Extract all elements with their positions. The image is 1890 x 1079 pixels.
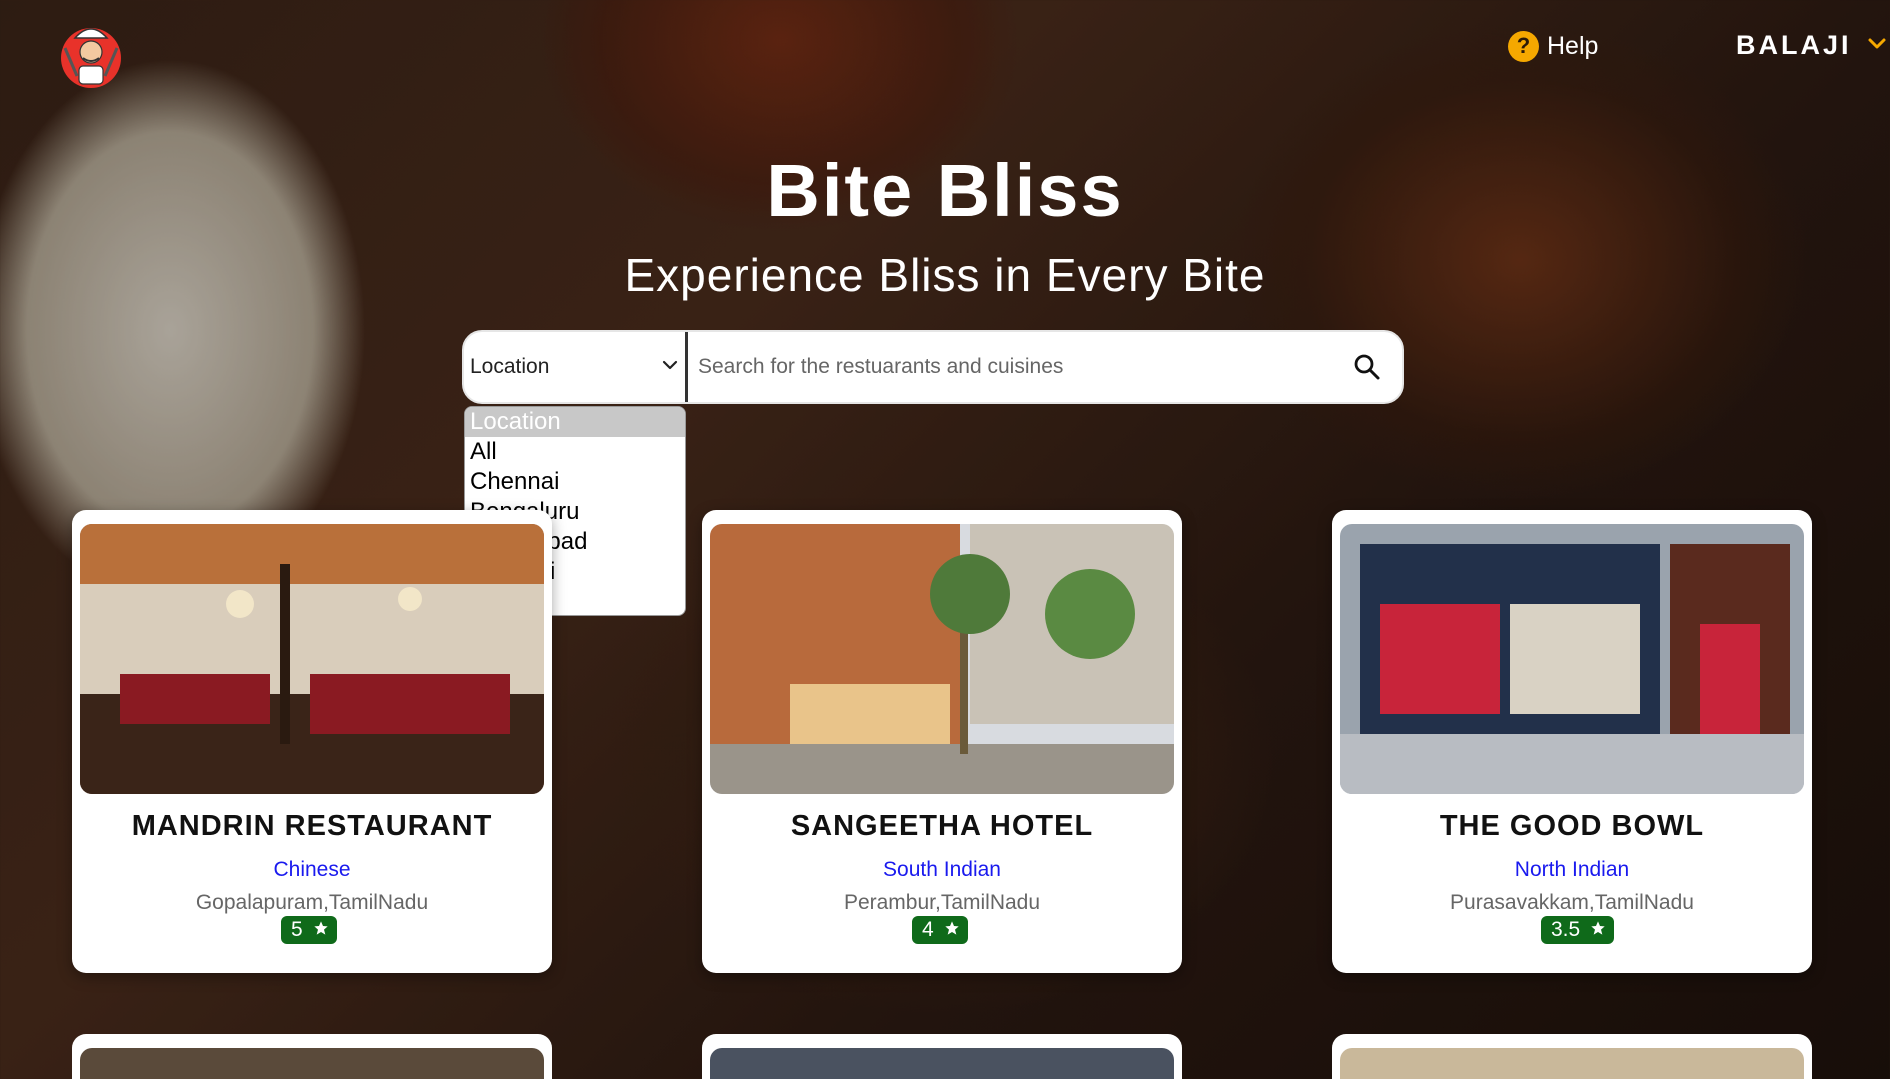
restaurant-name: MANDRIN RESTAURANT xyxy=(131,810,493,842)
location-select[interactable]: Location xyxy=(464,332,688,402)
restaurant-photo xyxy=(1340,1048,1804,1079)
restaurant-name: THE GOOD BOWL xyxy=(1439,810,1705,842)
select-chevron-icon xyxy=(661,356,679,379)
page-title: Bite Bliss xyxy=(766,149,1124,232)
rating-value: 5 xyxy=(291,918,303,941)
restaurant-location: Purasavakkam,TamilNadu xyxy=(1450,891,1694,914)
rating-badge: 4 xyxy=(912,916,968,944)
help-link[interactable]: ? Help xyxy=(1508,30,1598,62)
question-icon: ? xyxy=(1508,30,1539,62)
restaurant-photo xyxy=(1340,524,1804,794)
restaurant-card[interactable]: MANDRIN RESTAURANT Chinese Gopalapuram,T… xyxy=(72,510,552,973)
restaurant-card[interactable]: SANGEETHA HOTEL South Indian Perambur,Ta… xyxy=(702,510,1182,973)
tagline: Experience Bliss in Every Bite xyxy=(624,249,1266,301)
user-menu[interactable]: BALAJI xyxy=(1736,28,1888,62)
search-input[interactable] xyxy=(688,332,1332,402)
location-select-value: Location xyxy=(470,355,550,378)
restaurant-photo xyxy=(710,1048,1174,1079)
restaurant-photo xyxy=(710,524,1174,794)
star-icon xyxy=(944,918,960,942)
rating-value: 3.5 xyxy=(1551,918,1581,941)
star-icon xyxy=(313,918,329,942)
restaurant-location: Gopalapuram,TamilNadu xyxy=(195,891,429,914)
search-bar: Location xyxy=(462,330,1404,404)
restaurant-cuisine[interactable]: South Indian xyxy=(702,858,1182,882)
location-option[interactable]: All xyxy=(465,437,685,467)
restaurant-card-partial[interactable] xyxy=(702,1034,1182,1079)
user-name: BALAJI xyxy=(1736,29,1852,60)
help-label: Help xyxy=(1547,31,1599,60)
location-option[interactable]: Location xyxy=(465,407,685,437)
chevron-down-icon xyxy=(1866,32,1888,59)
restaurant-card-partial[interactable] xyxy=(1332,1034,1812,1079)
search-icon[interactable] xyxy=(1332,332,1402,402)
rating-value: 4 xyxy=(922,918,934,941)
rating-badge: 3.5 xyxy=(1541,916,1615,944)
restaurant-cuisine[interactable]: North Indian xyxy=(1332,858,1812,882)
restaurant-cuisine[interactable]: Chinese xyxy=(72,858,552,882)
location-option[interactable]: Chennai xyxy=(465,467,685,497)
restaurant-name: SANGEETHA HOTEL xyxy=(790,810,1094,842)
restaurant-location: Perambur,TamilNadu xyxy=(843,891,1041,914)
star-icon xyxy=(1590,918,1606,942)
restaurant-card[interactable]: THE GOOD BOWL North Indian Purasavakkam,… xyxy=(1332,510,1812,973)
restaurant-card-partial[interactable] xyxy=(72,1034,552,1079)
rating-badge: 5 xyxy=(281,916,337,944)
chef-logo[interactable] xyxy=(55,18,127,94)
restaurant-photo xyxy=(80,524,544,794)
restaurant-photo xyxy=(80,1048,544,1079)
